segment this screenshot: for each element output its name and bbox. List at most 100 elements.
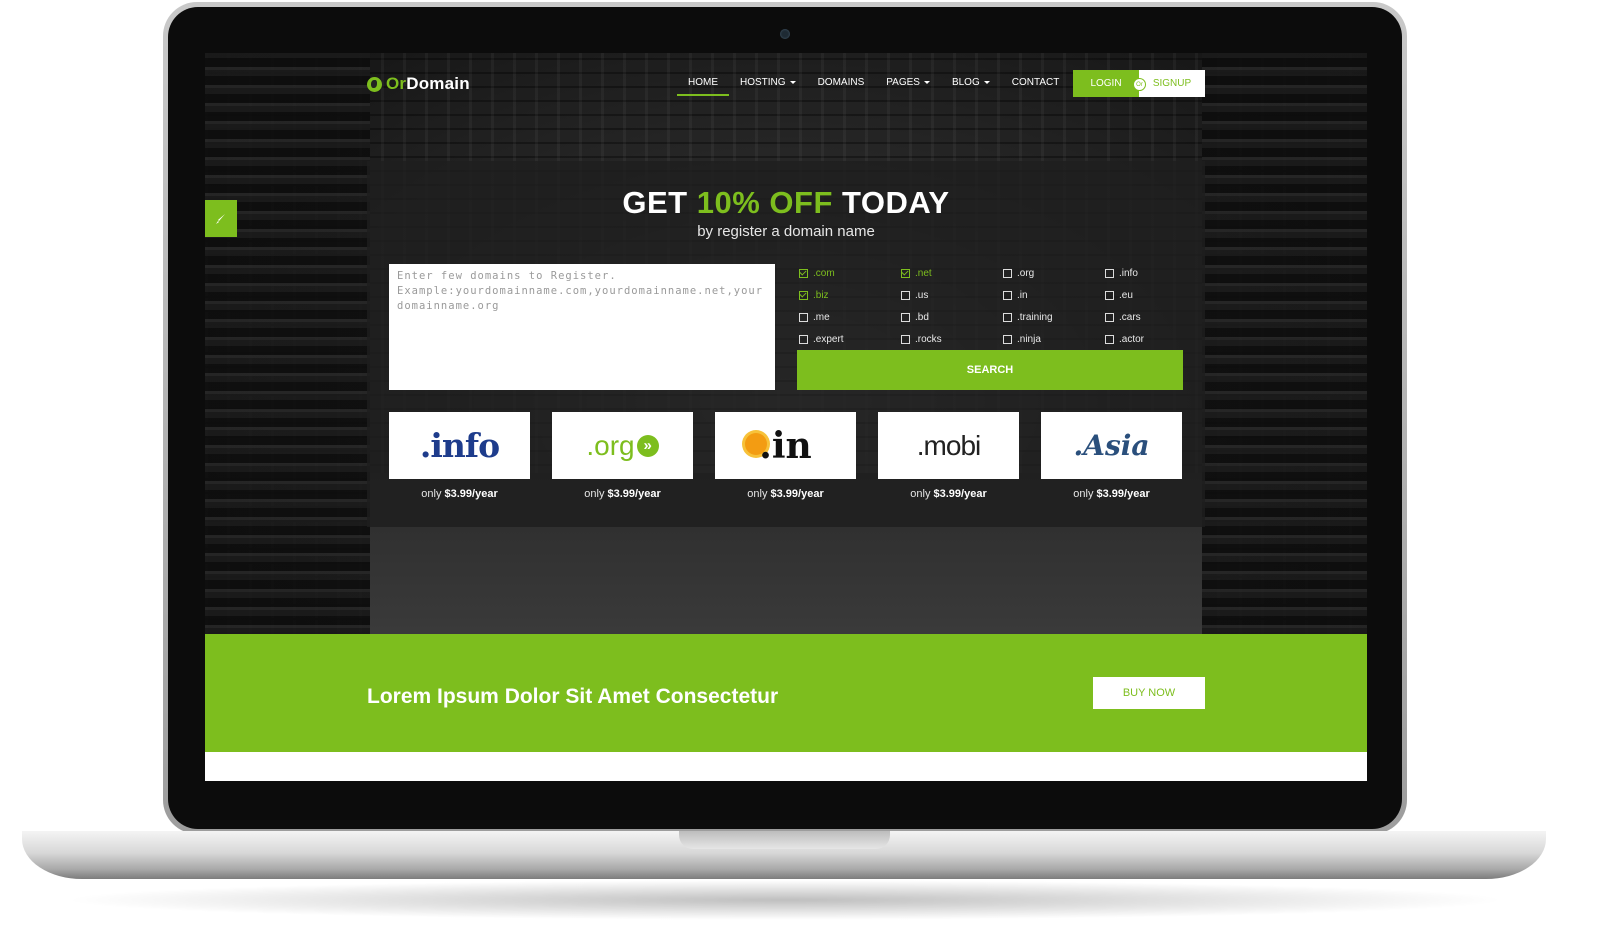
nav-home-label: HOME	[688, 77, 718, 88]
price-prefix: only	[421, 488, 445, 500]
checkbox-icon[interactable]	[1003, 290, 1012, 300]
server-rack-right	[1202, 53, 1367, 634]
tld-card-in[interactable]: .in only $3.99/year	[715, 412, 856, 500]
nav-contact-label: CONTACT	[1011, 77, 1060, 88]
nav-contact[interactable]: CONTACT	[1001, 76, 1071, 96]
tld-label: .net	[915, 267, 932, 279]
checkbox-icon[interactable]	[1105, 334, 1114, 344]
site-logo[interactable]: OrDomain	[367, 74, 470, 94]
tld-price-cards: .info only $3.99/year .org» only $3.99/y…	[389, 412, 1182, 500]
headline-post: TODAY	[832, 185, 950, 220]
tld-label: .eu	[1119, 289, 1133, 301]
checkbox-icon[interactable]	[1003, 334, 1012, 344]
checkbox-checked-icon[interactable]	[799, 268, 808, 278]
checkbox-icon[interactable]	[1003, 312, 1012, 322]
card-price: only $3.99/year	[552, 488, 693, 500]
tld-card-org[interactable]: .org» only $3.99/year	[552, 412, 693, 500]
laptop-notch	[679, 831, 890, 849]
tld-checkbox[interactable]: .info	[1105, 262, 1207, 284]
checkbox-checked-icon[interactable]	[901, 268, 910, 278]
price-amount: $3.99/year	[933, 488, 987, 500]
nav-hosting[interactable]: HOSTING	[729, 76, 807, 96]
nav-pages[interactable]: PAGES	[875, 76, 941, 96]
price-prefix: only	[1073, 488, 1097, 500]
tld-checkbox[interactable]: .us	[901, 284, 1003, 306]
tld-checkbox[interactable]: .eu	[1105, 284, 1207, 306]
price-amount: $3.99/year	[1096, 488, 1150, 500]
buy-now-button[interactable]: BUY NOW	[1093, 677, 1205, 709]
in-logo-mark: .in	[745, 425, 812, 467]
auth-buttons: LOGIN SIGNUP Or	[1073, 70, 1205, 97]
screen: OrDomain HOME HOSTING DOMAINS PAGES BLOG…	[205, 53, 1367, 781]
tld-label: .me	[813, 311, 830, 323]
headline-pre: GET	[622, 185, 697, 220]
cta-band: Lorem Ipsum Dolor Sit Amet Consectetur B…	[205, 634, 1367, 752]
nav-blog[interactable]: BLOG	[941, 76, 1001, 96]
cta-text: Lorem Ipsum Dolor Sit Amet Consectetur	[367, 685, 779, 708]
tld-checkbox[interactable]: .expert	[799, 328, 901, 350]
tld-label: .ninja	[1017, 333, 1041, 345]
nav-domains[interactable]: DOMAINS	[807, 76, 876, 96]
tld-checkbox[interactable]: .actor	[1105, 328, 1207, 350]
camera-icon	[780, 29, 790, 39]
card-price: only $3.99/year	[1041, 488, 1182, 500]
tld-checkbox[interactable]: .biz	[799, 284, 901, 306]
checkbox-icon[interactable]	[1105, 268, 1114, 278]
price-amount: $3.99/year	[770, 488, 824, 500]
tld-card-mobi[interactable]: .mobi only $3.99/year	[878, 412, 1019, 500]
tld-checkbox[interactable]: .rocks	[901, 328, 1003, 350]
caret-down-icon	[983, 80, 990, 84]
tld-checkbox[interactable]: .training	[1003, 306, 1105, 328]
server-rack-left	[205, 53, 370, 634]
tld-checkbox[interactable]: .com	[799, 262, 901, 284]
tld-checkbox[interactable]: .me	[799, 306, 901, 328]
or-badge: Or	[1133, 78, 1146, 91]
login-button[interactable]: LOGIN	[1073, 70, 1139, 97]
checkbox-icon[interactable]	[901, 312, 910, 322]
tld-checkbox[interactable]: .bd	[901, 306, 1003, 328]
tld-checkbox[interactable]: .in	[1003, 284, 1105, 306]
domain-search-panel: GET 10% OFF TODAY by register a domain n…	[367, 161, 1205, 527]
tld-label: .rocks	[915, 333, 942, 345]
nav-domains-label: DOMAINS	[817, 77, 865, 88]
nav-home[interactable]: HOME	[677, 76, 729, 96]
tld-label: .us	[915, 289, 929, 301]
nav-blog-label: BLOG	[951, 77, 980, 88]
tld-checkbox[interactable]: .ninja	[1003, 328, 1105, 350]
tld-card-info[interactable]: .info only $3.99/year	[389, 412, 530, 500]
checkbox-icon[interactable]	[1003, 268, 1012, 278]
card-price: only $3.99/year	[715, 488, 856, 500]
tld-label: .com	[813, 267, 835, 279]
tld-checkbox[interactable]: .cars	[1105, 306, 1207, 328]
in-logo: .in	[715, 412, 856, 479]
brush-icon	[216, 213, 225, 224]
nav-pages-label: PAGES	[886, 77, 920, 88]
main-nav: HOME HOSTING DOMAINS PAGES BLOG CONTACT	[677, 76, 1070, 96]
price-prefix: only	[747, 488, 771, 500]
checkbox-icon[interactable]	[901, 290, 910, 300]
price-prefix: only	[910, 488, 934, 500]
logo-prefix: Or	[386, 74, 407, 93]
style-switcher-toggle[interactable]	[205, 200, 237, 237]
caret-down-icon	[789, 80, 796, 84]
domains-input[interactable]	[389, 264, 775, 390]
tld-checkbox[interactable]: .org	[1003, 262, 1105, 284]
checkbox-icon[interactable]	[1105, 312, 1114, 322]
tld-checkbox[interactable]: .net	[901, 262, 1003, 284]
price-amount: $3.99/year	[607, 488, 661, 500]
checkbox-icon[interactable]	[799, 334, 808, 344]
search-button[interactable]: SEARCH	[797, 350, 1183, 390]
logo-suffix: Domain	[406, 74, 470, 93]
tld-checkbox-grid: .com .net .org .info .biz .us .in .eu .me .bd .tra…	[799, 262, 1207, 350]
checkbox-icon[interactable]	[799, 312, 808, 322]
mobi-logo: .mobi	[878, 412, 1019, 479]
tld-card-asia[interactable]: .Asia only $3.99/year	[1041, 412, 1182, 500]
tld-label: .bd	[915, 311, 929, 323]
checkbox-icon[interactable]	[901, 334, 910, 344]
price-prefix: only	[584, 488, 608, 500]
asia-logo-text: .Asia	[1073, 429, 1150, 462]
signup-button[interactable]: SIGNUP	[1139, 70, 1205, 97]
checkbox-checked-icon[interactable]	[799, 290, 808, 300]
headline-accent: 10% OFF	[696, 185, 833, 220]
checkbox-icon[interactable]	[1105, 290, 1114, 300]
